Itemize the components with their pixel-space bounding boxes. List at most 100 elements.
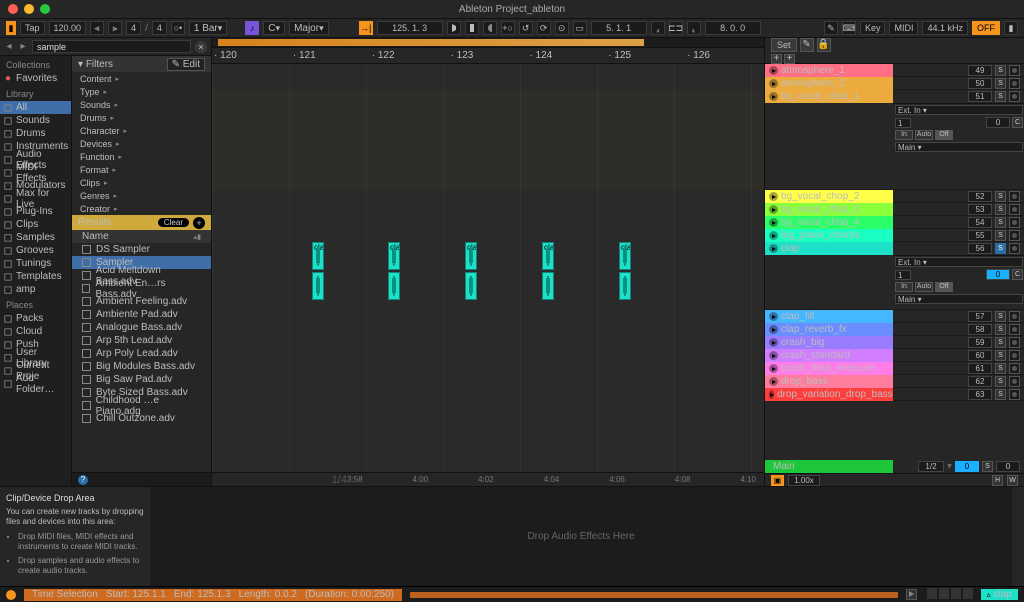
filter-character[interactable]: Character bbox=[72, 124, 211, 137]
input-type[interactable]: Ext. In ▾ bbox=[895, 105, 1023, 115]
library-item-max-for-live[interactable]: Max for Live bbox=[0, 192, 71, 205]
track-play-button[interactable] bbox=[769, 218, 778, 227]
places-item-add-folder-[interactable]: Add Folder… bbox=[0, 377, 71, 390]
clap-clip-take[interactable] bbox=[542, 272, 554, 300]
track-number[interactable]: 57 bbox=[968, 311, 992, 322]
track-play-button[interactable] bbox=[769, 351, 778, 360]
track-number[interactable]: 56 bbox=[968, 243, 992, 254]
nudge-up-button[interactable]: ⫸ bbox=[108, 21, 122, 35]
track-number[interactable]: 52 bbox=[968, 191, 992, 202]
track-arm-button[interactable] bbox=[1009, 337, 1020, 348]
places-item-packs[interactable]: Packs bbox=[0, 312, 71, 325]
signature-denominator[interactable]: 4 bbox=[152, 21, 167, 35]
track-play-button[interactable] bbox=[769, 66, 778, 75]
result-row[interactable]: Big Saw Pad.adv bbox=[72, 373, 211, 386]
track-play-button[interactable] bbox=[769, 205, 778, 214]
track-header-crash_big[interactable]: crash_big59S bbox=[765, 336, 1024, 349]
track-number[interactable]: 51 bbox=[968, 91, 992, 102]
track-arm-button[interactable] bbox=[1009, 311, 1020, 322]
track-number[interactable]: 55 bbox=[968, 230, 992, 241]
track-header-bg_vocal_chop_4[interactable]: bg_vocal_chop_454S bbox=[765, 216, 1024, 229]
track-arm-button[interactable] bbox=[1009, 230, 1020, 241]
library-item-grooves[interactable]: Grooves bbox=[0, 244, 71, 257]
track-solo-button[interactable]: S bbox=[995, 191, 1006, 202]
track-solo-button[interactable]: S bbox=[995, 204, 1006, 215]
monitor-auto[interactable]: Auto bbox=[915, 282, 933, 292]
favorites-item[interactable]: ●Favorites bbox=[0, 72, 71, 85]
track-pan[interactable]: C bbox=[1012, 269, 1023, 280]
filter-type[interactable]: Type bbox=[72, 85, 211, 98]
punch-in-button[interactable]: ⸥ bbox=[651, 21, 665, 35]
track-header-clap_reverb_fx[interactable]: clap_reverb_fx58S bbox=[765, 323, 1024, 336]
track-arm-button[interactable] bbox=[1009, 91, 1020, 102]
filters-edit-button[interactable]: ✎ Edit bbox=[167, 58, 205, 71]
filter-function[interactable]: Function bbox=[72, 150, 211, 163]
monitor-off[interactable]: Off bbox=[935, 130, 953, 140]
track-header-crash_third_measure[interactable]: crash_third_measure61S bbox=[765, 362, 1024, 375]
track-arm-button[interactable] bbox=[1009, 350, 1020, 361]
filter-devices[interactable]: Devices bbox=[72, 137, 211, 150]
main-cue-volume[interactable]: 0 bbox=[996, 461, 1020, 472]
reenable-automation-button[interactable]: ⟳ bbox=[537, 21, 551, 35]
track-solo-button[interactable]: S bbox=[995, 65, 1006, 76]
track-header-bg_vocal_chop_2[interactable]: bg_vocal_chop_252S bbox=[765, 190, 1024, 203]
track-number[interactable]: 54 bbox=[968, 217, 992, 228]
automation-arm-button[interactable]: ↺ bbox=[519, 21, 533, 35]
record-button[interactable] bbox=[483, 21, 497, 35]
clap-clip-take[interactable] bbox=[388, 272, 400, 300]
filter-genres[interactable]: Genres bbox=[72, 189, 211, 202]
main-solo-button[interactable]: S bbox=[982, 461, 993, 472]
track-header-big_piano_chords[interactable]: big_piano_chords55S bbox=[765, 229, 1024, 242]
track-solo-button[interactable]: S bbox=[995, 91, 1006, 102]
zoom-display[interactable]: 1.00x bbox=[788, 475, 820, 486]
track-play-button[interactable] bbox=[769, 92, 778, 101]
track-header-clap_fill[interactable]: clap_fill57S bbox=[765, 310, 1024, 323]
filter-clips[interactable]: Clips bbox=[72, 176, 211, 189]
track-play-button[interactable] bbox=[769, 338, 778, 347]
clap-clip[interactable]: cla bbox=[312, 242, 324, 270]
track-number[interactable]: 58 bbox=[968, 324, 992, 335]
filter-creator[interactable]: Creator bbox=[72, 202, 211, 215]
beat-ruler[interactable]: · 120· 121· 122· 123· 124· 125· 126 bbox=[212, 48, 764, 64]
track-arm-button[interactable] bbox=[1009, 217, 1020, 228]
computer-midi-keyboard[interactable]: ⌨ bbox=[842, 21, 856, 35]
zoom-w-button[interactable]: W bbox=[1007, 475, 1018, 486]
library-item-samples[interactable]: Samples bbox=[0, 231, 71, 244]
track-header-clap[interactable]: clap56SExt. In ▾10CInAutoOffMain ▾ bbox=[765, 242, 1024, 310]
track-solo-button[interactable]: S bbox=[995, 230, 1006, 241]
input-channel[interactable]: 1 bbox=[895, 118, 911, 128]
signature-numerator[interactable]: 4 bbox=[126, 21, 141, 35]
scale-mode[interactable]: Major ▾ bbox=[289, 21, 329, 35]
track-arm-button[interactable] bbox=[1009, 78, 1020, 89]
zoom-h-button[interactable]: H bbox=[992, 475, 1003, 486]
track-solo-button[interactable]: S bbox=[995, 363, 1006, 374]
track-arm-button[interactable] bbox=[1009, 204, 1020, 215]
link-toggle[interactable]: ▮ bbox=[6, 21, 16, 35]
clap-clip[interactable]: cla bbox=[619, 242, 631, 270]
library-item-sounds[interactable]: Sounds bbox=[0, 114, 71, 127]
track-arm-button[interactable] bbox=[1009, 191, 1020, 202]
output-routing[interactable]: Main ▾ bbox=[895, 294, 1023, 304]
clap-clip-take[interactable] bbox=[465, 272, 477, 300]
set-button[interactable]: Set bbox=[771, 38, 797, 52]
track-header-drop_bass[interactable]: drop_bass62S bbox=[765, 375, 1024, 388]
track-volume[interactable]: 0 bbox=[986, 117, 1010, 128]
input-channel[interactable]: 1 bbox=[895, 270, 911, 280]
arrangement-overview[interactable] bbox=[212, 38, 764, 48]
track-solo-button[interactable]: S bbox=[995, 78, 1006, 89]
track-arm-button[interactable] bbox=[1009, 363, 1020, 374]
track-solo-button[interactable]: S bbox=[995, 376, 1006, 387]
filter-format[interactable]: Format bbox=[72, 163, 211, 176]
stop-button[interactable] bbox=[465, 21, 479, 35]
main-track-header[interactable]: Main bbox=[765, 460, 893, 473]
input-type[interactable]: Ext. In ▾ bbox=[895, 257, 1023, 267]
result-row[interactable]: Arp 5th Lead.adv bbox=[72, 334, 211, 347]
track-play-button[interactable] bbox=[769, 364, 778, 373]
track-solo-button[interactable]: S bbox=[995, 311, 1006, 322]
main-output-selector[interactable]: 1/2 bbox=[918, 461, 944, 472]
track-arm-button[interactable] bbox=[1009, 243, 1020, 254]
tempo-field[interactable]: 120.00 bbox=[49, 21, 87, 35]
search-input[interactable] bbox=[32, 40, 191, 53]
automation-mode-button[interactable]: ✎ bbox=[800, 38, 814, 52]
browser-back-button[interactable]: ◂ bbox=[4, 41, 14, 52]
